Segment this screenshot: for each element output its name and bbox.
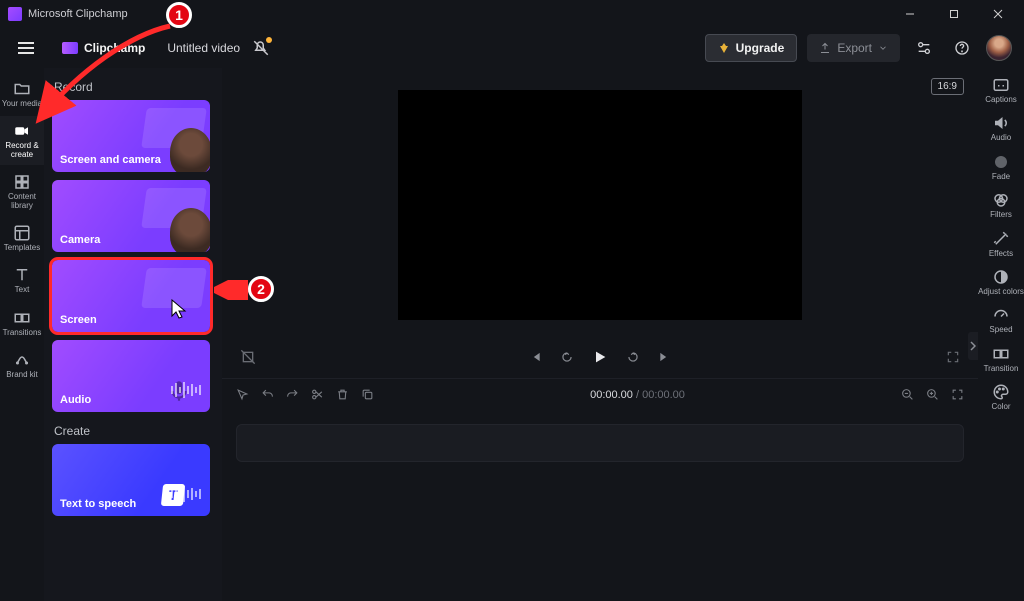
undo-button[interactable] [261, 388, 274, 401]
crop-disabled-icon [240, 349, 256, 365]
prop-transition[interactable]: Transition [978, 345, 1024, 373]
person-thumbnail-icon [170, 208, 210, 252]
left-nav-rail: Your media Record & create Content libra… [0, 68, 44, 601]
card-text-to-speech[interactable]: T Text to speech [52, 444, 210, 516]
export-label: Export [837, 41, 872, 55]
templates-icon [13, 224, 31, 242]
folder-icon [13, 80, 31, 98]
card-camera[interactable]: Camera [52, 180, 210, 252]
upgrade-button[interactable]: Upgrade [705, 34, 798, 62]
timeline-area[interactable] [222, 410, 978, 601]
window-maximize-button[interactable] [932, 0, 976, 28]
annotation-badge-1: 1 [166, 2, 192, 28]
text-icon [13, 266, 31, 284]
section-title-create: Create [52, 420, 214, 444]
effects-icon [992, 230, 1010, 248]
annotation-arrow-1 [30, 20, 180, 130]
filters-icon [992, 191, 1010, 209]
timeline-toolbar: 00:00.00 / 00:00.00 [222, 378, 978, 410]
nav-transitions[interactable]: Transitions [0, 303, 44, 343]
adjust-icon [992, 268, 1010, 286]
fullscreen-button[interactable] [946, 350, 960, 364]
skip-start-button[interactable] [528, 350, 542, 364]
step-back-button[interactable] [560, 350, 574, 364]
user-avatar[interactable] [986, 35, 1012, 61]
skip-end-button[interactable] [658, 350, 672, 364]
card-screen[interactable]: Screen [52, 260, 210, 332]
help-button[interactable] [948, 34, 976, 62]
video-preview-canvas[interactable] [398, 90, 802, 320]
select-tool-icon[interactable] [236, 388, 249, 401]
color-icon [992, 383, 1010, 401]
nav-text[interactable]: Text [0, 260, 44, 300]
zoom-in-button[interactable] [926, 388, 939, 401]
nav-templates[interactable]: Templates [0, 218, 44, 258]
diamond-icon [718, 42, 730, 54]
captions-icon [992, 76, 1010, 94]
brandkit-icon [13, 351, 31, 369]
delete-button[interactable] [336, 388, 349, 401]
settings-link-button[interactable] [910, 34, 938, 62]
prop-color[interactable]: Color [978, 383, 1024, 411]
person-thumbnail-icon [170, 128, 210, 172]
fade-icon [992, 153, 1010, 171]
annotation-badge-2: 2 [248, 276, 274, 302]
aspect-ratio-selector[interactable]: 16:9 [931, 78, 964, 95]
nav-content-library[interactable]: Content library [0, 167, 44, 216]
prop-captions[interactable]: Captions [978, 76, 1024, 104]
video-camera-icon [13, 122, 31, 140]
speaker-icon [992, 114, 1010, 132]
redo-button[interactable] [286, 388, 299, 401]
notifications-muted-icon[interactable] [252, 39, 270, 57]
zoom-fit-button[interactable] [951, 388, 964, 401]
speed-icon [992, 306, 1010, 324]
zoom-out-button[interactable] [901, 388, 914, 401]
right-properties-rail: Captions Audio Fade Filters Effects Adju… [978, 68, 1024, 601]
mouse-cursor-icon [171, 299, 187, 319]
nav-brand-kit[interactable]: Brand kit [0, 345, 44, 385]
export-button[interactable]: Export [807, 34, 900, 62]
prop-filters[interactable]: Filters [978, 191, 1024, 219]
card-audio[interactable]: Audio [52, 340, 210, 412]
app-logo-icon [8, 7, 22, 21]
step-forward-button[interactable] [626, 350, 640, 364]
prop-effects[interactable]: Effects [978, 230, 1024, 258]
prop-fade[interactable]: Fade [978, 153, 1024, 181]
library-icon [13, 173, 31, 191]
split-button[interactable] [311, 388, 324, 401]
waveform-icon [170, 380, 206, 400]
timecode-display: 00:00.00 / 00:00.00 [590, 389, 685, 401]
prop-adjust-colors[interactable]: Adjust colors [978, 268, 1024, 296]
upgrade-label: Upgrade [736, 41, 785, 55]
preview-area: 16:9 [222, 68, 978, 601]
prop-audio[interactable]: Audio [978, 114, 1024, 142]
right-panel-collapse-toggle[interactable] [968, 332, 978, 360]
waveform-icon [170, 484, 206, 504]
transition-icon [992, 345, 1010, 363]
app-title: Microsoft Clipchamp [28, 8, 128, 20]
record-create-panel: Record Screen and camera Camera Screen A… [44, 68, 222, 601]
duplicate-button[interactable] [361, 388, 374, 401]
transitions-icon [13, 309, 31, 327]
play-button[interactable] [592, 349, 608, 365]
transport-controls [222, 336, 978, 378]
prop-speed[interactable]: Speed [978, 306, 1024, 334]
window-minimize-button[interactable] [888, 0, 932, 28]
upload-icon [819, 42, 831, 54]
window-close-button[interactable] [976, 0, 1020, 28]
chevron-down-icon [878, 43, 888, 53]
timeline-empty-track[interactable] [236, 424, 964, 462]
